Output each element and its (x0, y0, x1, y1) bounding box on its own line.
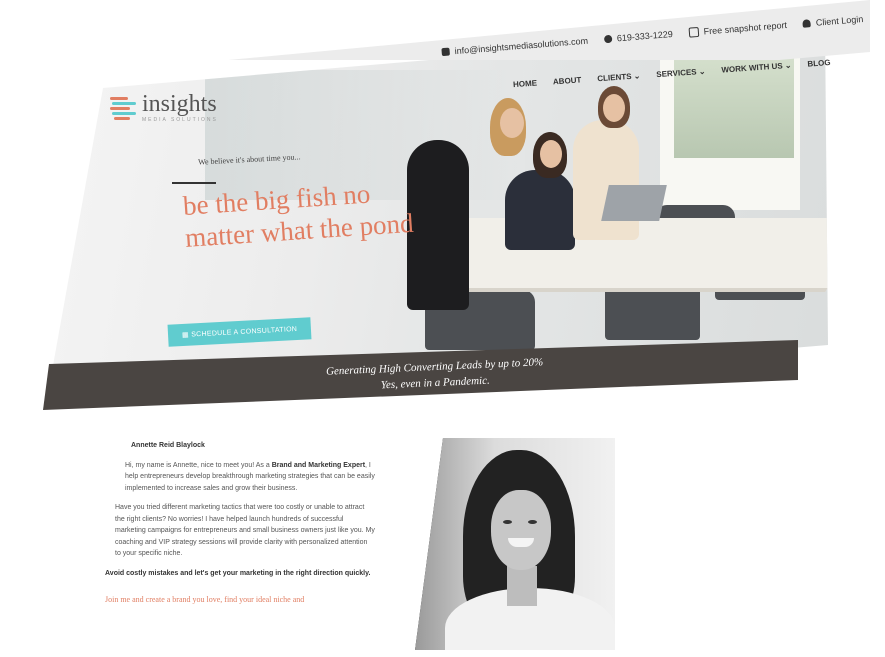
logo-name: insights (142, 91, 217, 117)
user-icon (802, 19, 812, 28)
bio-name: Annette Reid Blaylock (131, 442, 205, 449)
bio-paragraph-2: Have you tried different marketing tacti… (115, 504, 375, 558)
hero-divider (172, 182, 216, 184)
person (407, 140, 469, 310)
logo-subtitle: MEDIA SOLUTIONS (142, 117, 218, 123)
logo-mark-icon (110, 95, 136, 121)
nav-home[interactable]: HOME (513, 79, 538, 90)
bio-p1-emphasis: Brand and Marketing Expert (271, 461, 366, 469)
site-logo[interactable]: insights MEDIA SOLUTIONS (110, 92, 218, 123)
email-icon (441, 47, 451, 57)
phone-icon (603, 34, 613, 44)
conference-table (425, 218, 828, 292)
portrait-photo (415, 438, 615, 650)
head (500, 108, 524, 138)
document-icon (688, 26, 700, 38)
bio-p1-text: Hi, my name is Annette, nice to meet you… (125, 461, 272, 469)
laptop (601, 185, 667, 221)
nav-blog[interactable]: BLOG (807, 58, 831, 69)
person (505, 170, 575, 250)
head (603, 94, 625, 122)
person (573, 120, 639, 240)
website-mockup: info@insightsmediasolutions.com 619-333-… (0, 0, 885, 657)
head (540, 140, 562, 168)
cta-label: SCHEDULE A CONSULTATION (191, 325, 298, 339)
bio-paragraph-1: Hi, my name is Annette, nice to meet you… (105, 460, 375, 495)
bio-cta-line[interactable]: Join me and create a brand you love, fin… (105, 593, 375, 606)
bio-paragraph-3: Avoid costly mistakes and let's get your… (105, 569, 371, 577)
bio-section: Annette Reid Blaylock Hi, my name is Ann… (105, 440, 375, 607)
